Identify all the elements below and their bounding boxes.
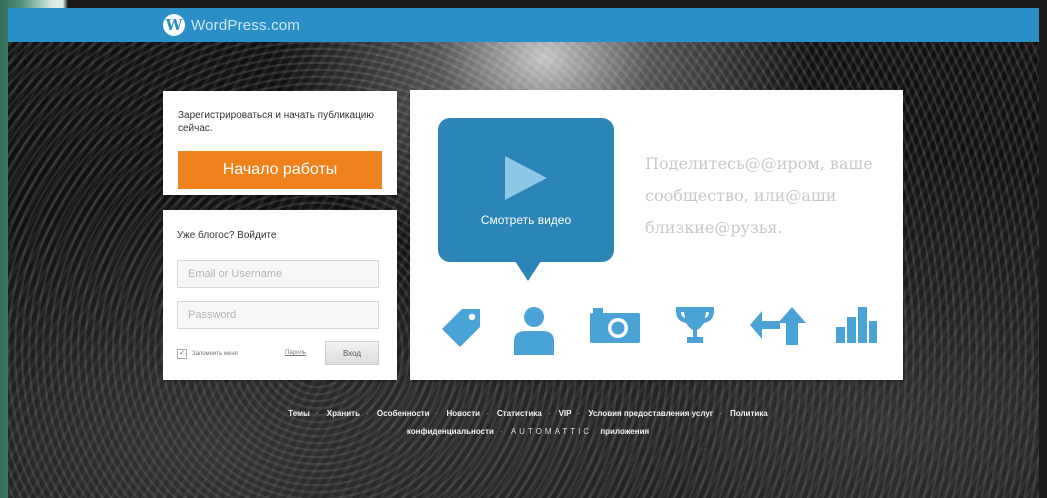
login-title: Уже блогос? Войдите	[177, 230, 277, 241]
reblog-icon	[748, 305, 810, 347]
login-button[interactable]: Вход	[325, 341, 379, 365]
login-panel: Уже блогос? Войдите ✓ Запомнить меня Пар…	[163, 210, 397, 380]
wordpress-logo-icon[interactable]: W	[163, 14, 185, 36]
watch-video-label: Смотреть видео	[480, 213, 572, 227]
top-bar: W WordPress.com	[8, 8, 1039, 42]
concert-background: W WordPress.com Зарегистрироваться и нач…	[8, 8, 1039, 498]
footer-link[interactable]: Хранить	[327, 409, 360, 418]
footer-link[interactable]: Новости	[447, 409, 481, 418]
remember-label: Запомнить меня	[192, 351, 238, 357]
user-icon	[512, 305, 556, 355]
brand-title[interactable]: WordPress.com	[191, 17, 300, 34]
footer-link[interactable]: Условия предоставления услуг	[588, 409, 713, 418]
trophy-icon	[670, 305, 720, 345]
remember-me[interactable]: ✓ Запомнить меня	[177, 349, 238, 359]
footer-link[interactable]: приложения	[600, 427, 649, 436]
password-input[interactable]	[177, 301, 379, 329]
watch-video-button[interactable]: Смотреть видео	[438, 118, 614, 281]
forgot-password-link[interactable]: Пароль	[285, 350, 306, 356]
signup-text: Зарегистрироваться и начать публикацию с…	[178, 110, 374, 134]
footer-link[interactable]: Политика	[730, 409, 768, 418]
footer-link[interactable]: VIP	[559, 409, 572, 418]
footer-link[interactable]: конфиденциальности	[407, 427, 494, 436]
footer-line-1: Темы · Хранить · Особенности · Новости · Ста…	[288, 409, 768, 418]
footer-link[interactable]: Темы	[288, 409, 310, 418]
remember-checkbox[interactable]: ✓	[177, 349, 187, 359]
tagline: Поделитесь@@иром, ваше сообщество, или@а…	[645, 154, 873, 237]
footer-link[interactable]: Статистика	[497, 409, 542, 418]
camera-icon	[588, 305, 642, 345]
video-panel: Смотреть видео Поделитесь@@иром, ваше со…	[410, 90, 903, 380]
footer-line-2: конфиденциальности · AUTOMATTIC приложени…	[406, 427, 650, 436]
footer-links: Темы · Хранить · Особенности · Новости · Ста…	[198, 405, 858, 441]
username-input[interactable]	[177, 260, 379, 288]
automattic-logo[interactable]: AUTOMATTIC	[511, 427, 592, 436]
signup-panel: Зарегистрироваться и начать публикацию с…	[163, 91, 397, 195]
get-started-button[interactable]: Начало работы	[178, 151, 382, 189]
footer-link[interactable]: Особенности	[377, 409, 430, 418]
tag-icon	[440, 305, 486, 351]
window-frame: W WordPress.com Зарегистрироваться и нач…	[0, 0, 1047, 498]
play-icon	[505, 156, 547, 200]
feature-icons	[440, 305, 880, 355]
stats-icon	[834, 305, 878, 345]
